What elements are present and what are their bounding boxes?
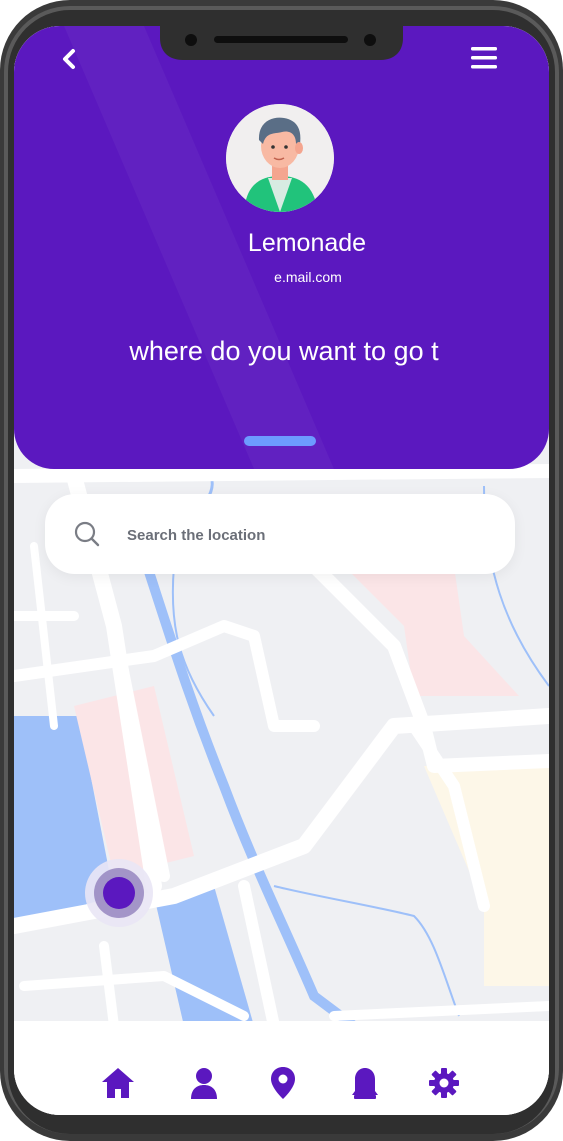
- gear-icon: [429, 1068, 459, 1098]
- app-screen: Lemonade e.mail.com where do you want to…: [14, 26, 549, 1115]
- search-input[interactable]: [125, 516, 489, 554]
- phone-notch: [160, 22, 403, 60]
- user-avatar-illustration: [226, 104, 334, 212]
- menu-button[interactable]: [470, 44, 498, 72]
- search-bar[interactable]: [45, 494, 515, 574]
- avatar[interactable]: [226, 104, 334, 212]
- location-pin-icon: [271, 1067, 295, 1099]
- user-name: Lemonade: [247, 229, 367, 257]
- nav-settings[interactable]: [426, 1065, 462, 1101]
- nav-notifications[interactable]: [347, 1065, 383, 1101]
- home-icon: [102, 1068, 134, 1098]
- nav-profile[interactable]: [186, 1065, 222, 1101]
- user-email: e.mail.com: [274, 269, 342, 285]
- destination-prompt: where do you want to go t: [129, 336, 439, 366]
- bell-icon: [352, 1068, 378, 1099]
- nav-home[interactable]: [100, 1065, 136, 1101]
- drag-handle[interactable]: [244, 436, 316, 446]
- profile-header: Lemonade e.mail.com where do you want to…: [14, 26, 549, 469]
- user-icon: [191, 1068, 217, 1099]
- search-icon: [74, 521, 100, 547]
- back-button[interactable]: [56, 46, 82, 72]
- bottom-navigation: [14, 1021, 549, 1115]
- hamburger-menu-icon: [471, 47, 497, 69]
- current-location-marker[interactable]: [81, 855, 157, 931]
- nav-location[interactable]: [265, 1065, 301, 1101]
- chevron-left-icon: [63, 49, 75, 69]
